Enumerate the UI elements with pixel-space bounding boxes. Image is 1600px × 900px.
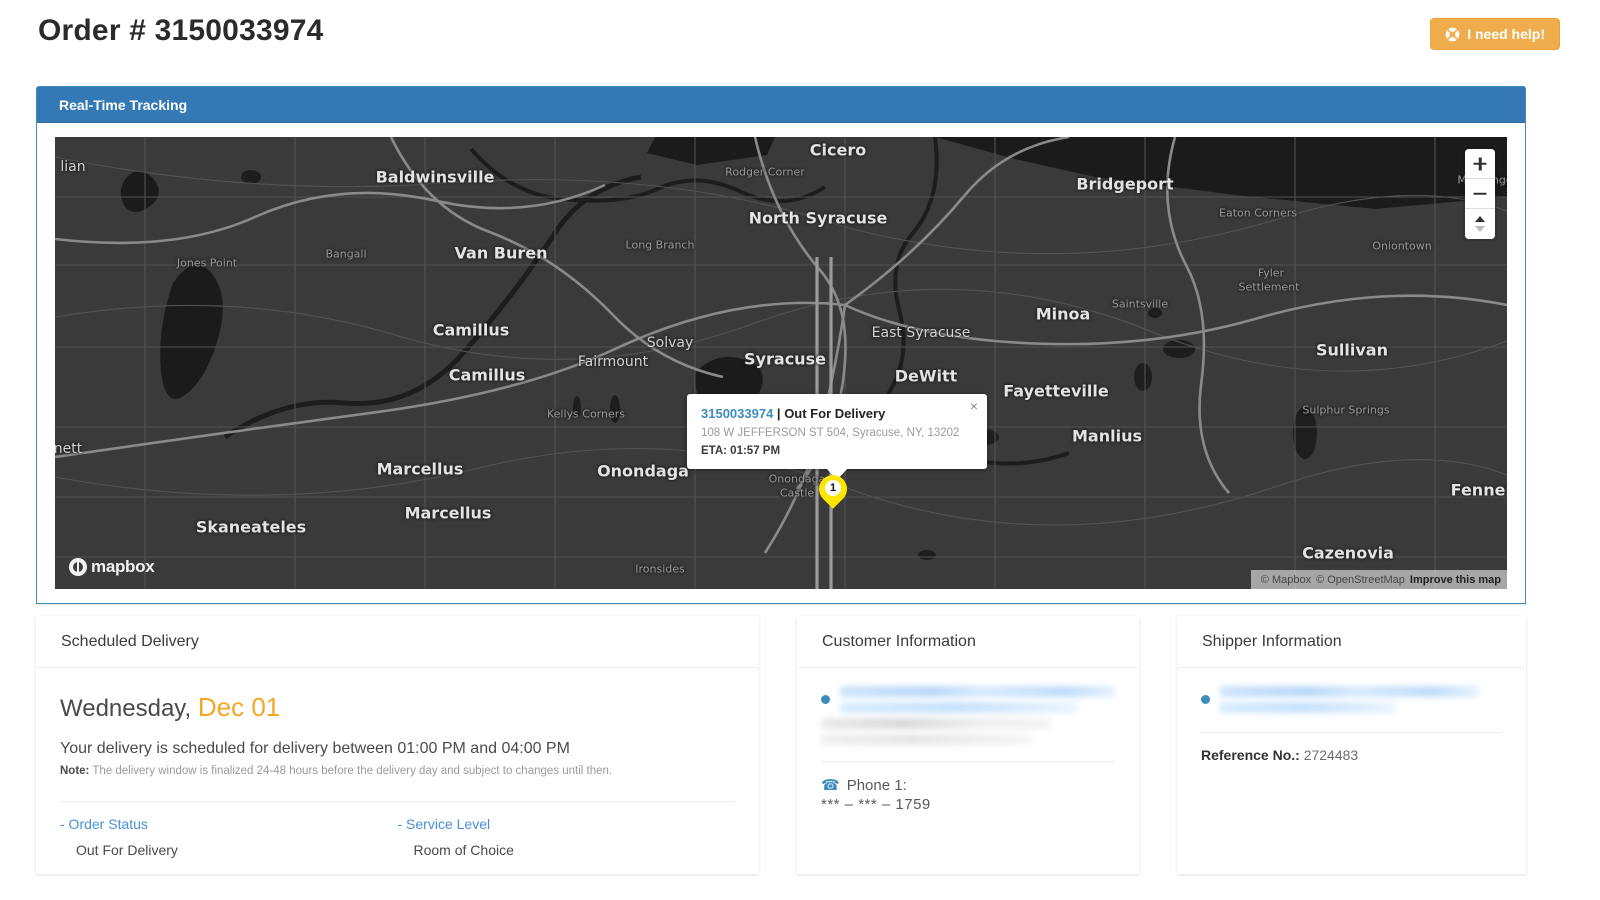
delivery-month-day: Dec 01	[198, 692, 280, 722]
mapbox-mark-icon	[69, 558, 87, 576]
divider	[1201, 732, 1502, 733]
customer-phone-row: ☎ Phone 1:	[821, 776, 1115, 794]
shipper-reference-value: 2724483	[1304, 747, 1359, 763]
map-zoom-out-button[interactable]	[1465, 179, 1495, 209]
shipper-name-row	[1201, 686, 1502, 718]
map-zoom-in-button[interactable]	[1465, 149, 1495, 179]
real-time-tracking-panel: Real-Time Tracking	[36, 86, 1526, 604]
popup-title: 3150033974 | Out For Delivery	[701, 406, 973, 421]
map-pin-number: 1	[825, 480, 841, 496]
redacted-customer-address-line-1	[821, 718, 1050, 729]
panel-body: lianBaldwinsvilleCiceroRodger CornerBrid…	[37, 123, 1525, 605]
customer-information-body: ☎ Phone 1: *** – *** – 1759	[797, 668, 1139, 813]
page-title: Order # 3150033974	[38, 14, 324, 48]
popup-separator: |	[773, 406, 784, 421]
divider	[60, 801, 735, 802]
panel-header: Real-Time Tracking	[37, 87, 1525, 123]
redacted-shipper-name-line-2	[1220, 702, 1395, 713]
popup-eta: ETA: 01:57 PM	[701, 445, 973, 457]
attribution-openstreetmap[interactable]: © OpenStreetMap	[1316, 574, 1405, 586]
map-tiles	[55, 137, 1507, 589]
shipper-information-body: Reference No.: 2724483	[1177, 668, 1526, 763]
delivery-date: Wednesday, Dec 01	[60, 692, 735, 723]
panel-title: Real-Time Tracking	[59, 97, 187, 113]
shipper-reference-label: Reference No.:	[1201, 747, 1300, 763]
redacted-block	[1220, 686, 1502, 718]
service-level-value: Room of Choice	[398, 842, 736, 858]
delivery-note-label: Note:	[60, 765, 89, 777]
delivery-weekday: Wednesday,	[60, 695, 191, 722]
phone-icon: ☎	[821, 776, 840, 794]
popup-order-number: 3150033974	[701, 406, 773, 421]
delivery-marker-pin[interactable]: 1	[819, 475, 847, 511]
map-attribution: © Mapbox © OpenStreetMap Improve this ma…	[1251, 570, 1507, 589]
info-cards-row: Scheduled Delivery Wednesday, Dec 01 You…	[36, 616, 1526, 874]
customer-name-address	[821, 686, 1115, 718]
popup-status: Out For Delivery	[784, 406, 885, 421]
tracking-map[interactable]: lianBaldwinsvilleCiceroRodger CornerBrid…	[55, 137, 1507, 589]
mapbox-logo-text: mapbox	[91, 557, 154, 577]
delivery-fields: - Order Status Out For Delivery - Servic…	[60, 816, 735, 858]
service-level-label[interactable]: - Service Level	[398, 816, 736, 832]
shipper-information-title: Shipper Information	[1202, 633, 1342, 651]
delivery-note: Note: The delivery window is finalized 2…	[60, 762, 735, 782]
redacted-customer-name-line-1	[840, 686, 1115, 697]
service-level-field: - Service Level Room of Choice	[398, 816, 736, 858]
redacted-shipper-name-line-1	[1220, 686, 1479, 697]
customer-phone-value: *** – *** – 1759	[821, 796, 1115, 813]
redacted-customer-name-line-2	[840, 702, 1077, 713]
scheduled-delivery-card: Scheduled Delivery Wednesday, Dec 01 You…	[36, 616, 759, 874]
redacted-customer-address-line-2	[821, 734, 1033, 745]
i-need-help-button[interactable]: I need help!	[1430, 18, 1560, 50]
improve-this-map-link[interactable]: Improve this map	[1410, 574, 1501, 586]
shipper-information-card: Shipper Information Reference No.: 27244…	[1177, 616, 1526, 874]
compass-north-icon	[1475, 216, 1485, 222]
customer-phone-label: Phone 1:	[847, 777, 907, 794]
life-ring-icon	[1445, 27, 1460, 42]
compass-south-icon	[1475, 226, 1485, 232]
bullet-icon	[821, 695, 830, 704]
scheduled-delivery-body: Wednesday, Dec 01 Your delivery is sched…	[36, 668, 759, 858]
divider	[821, 761, 1115, 762]
redacted-block	[840, 686, 1115, 718]
scheduled-delivery-header: Scheduled Delivery	[37, 616, 758, 668]
map-compass-button[interactable]	[1465, 209, 1495, 239]
bullet-icon	[1201, 695, 1210, 704]
i-need-help-label: I need help!	[1467, 27, 1545, 41]
popup-address: 108 W JEFFERSON ST 504, Syracuse, NY, 13…	[701, 427, 973, 439]
mapbox-logo[interactable]: mapbox	[69, 557, 154, 577]
attribution-mapbox[interactable]: © Mapbox	[1261, 574, 1311, 586]
delivery-note-text: The delivery window is finalized 24-48 h…	[89, 765, 612, 777]
shipper-information-header: Shipper Information	[1178, 616, 1525, 668]
map-zoom-controls[interactable]	[1465, 149, 1495, 239]
order-status-value: Out For Delivery	[60, 842, 398, 858]
order-tracking-page: Order # 3150033974 I need help! Real-Tim…	[0, 0, 1600, 900]
customer-information-card: Customer Information ☎ Phone 1: ***	[797, 616, 1139, 874]
shipper-reference-row: Reference No.: 2724483	[1201, 747, 1502, 763]
order-status-field: - Order Status Out For Delivery	[60, 816, 398, 858]
order-status-label[interactable]: - Order Status	[60, 816, 398, 832]
customer-information-title: Customer Information	[822, 633, 976, 651]
popup-close-icon[interactable]: ×	[968, 397, 980, 415]
scheduled-delivery-title: Scheduled Delivery	[61, 633, 199, 651]
delivery-window-text: Your delivery is scheduled for delivery …	[60, 739, 735, 760]
order-map-popup: × 3150033974 | Out For Delivery 108 W JE…	[687, 394, 987, 469]
page-header: Order # 3150033974 I need help!	[0, 0, 1600, 68]
customer-information-header: Customer Information	[798, 616, 1138, 668]
